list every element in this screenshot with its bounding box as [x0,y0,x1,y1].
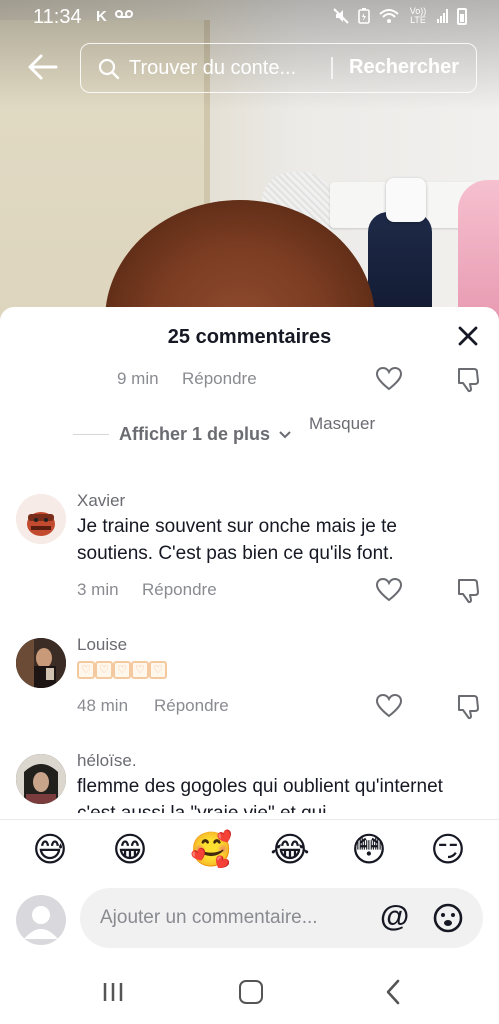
comment-username[interactable]: héloïse. [77,751,137,771]
system-nav-bar [0,960,499,1024]
reply-button[interactable]: Répondre [154,696,229,716]
background-hook [386,178,426,222]
comment-input-placeholder: Ajouter un commentaire... [100,907,318,928]
emoji-joy-button[interactable]: 😂 [270,830,310,870]
system-back-icon[interactable] [382,978,404,1006]
dislike-icon[interactable] [455,365,483,393]
status-left-icons: K [96,8,133,25]
emoji-quick-bar: 😅 😁 🥰 😂 😳 😏 [0,819,499,879]
comments-sheet: 25 commentaires 9 min Répondre Afficher … [0,307,499,1024]
signal-icon [437,9,448,23]
k-icon: K [96,8,107,25]
heart-icon[interactable] [375,576,403,604]
comment-time: 3 min [77,580,119,599]
search-divider [331,57,333,79]
show-more-replies-button[interactable]: Afficher 1 de plus [119,424,292,445]
comment-heart-emojis: ♡ ♡ ♡ ♡ ♡ [77,661,167,679]
heart-emoji-icon: ♡ [95,661,113,679]
avatar[interactable] [16,638,66,688]
emoji-sweat-smile-button[interactable]: 😅 [30,830,70,870]
comment-time: 48 min [77,696,129,715]
avatar-image [16,494,66,544]
avatar[interactable] [16,494,66,544]
background-pink-coat [458,180,499,320]
emoji-smirk-button[interactable]: 😏 [428,830,468,870]
default-avatar-icon [24,906,58,939]
status-time: 11:34 [33,6,82,28]
heart-emoji-icon: ♡ [131,661,149,679]
back-arrow-icon[interactable] [26,50,60,84]
mute-icon [333,8,349,24]
reply-button[interactable]: Répondre [182,369,257,389]
show-more-label: Afficher 1 de plus [119,424,271,444]
emoji-flushed-button[interactable]: 😳 [349,830,389,870]
comment-text: flemme des gogoles qui oublient qu'inter… [77,776,443,813]
reply-button[interactable]: Répondre [142,580,217,600]
comment-input[interactable]: Ajouter un commentaire... @ [80,888,483,948]
heart-icon[interactable] [375,692,403,720]
status-bar: 11:34 K Vo)) LTE [0,0,499,34]
home-icon[interactable] [239,980,263,1004]
comment-text: Je traine souvent sur onche mais je te s… [77,516,398,564]
recent-apps-icon[interactable] [102,982,124,1002]
volte-icon: Vo)) LTE [409,6,427,25]
emoji-picker-icon[interactable] [432,902,464,934]
search-button[interactable]: Rechercher [349,56,459,79]
heart-emoji-icon: ♡ [149,661,167,679]
wifi-icon [379,9,399,23]
dislike-icon[interactable] [455,576,483,604]
comment-username[interactable]: Xavier [77,491,125,511]
status-right-icons: Vo)) LTE [333,7,467,25]
battery-icon [457,7,467,25]
search-input[interactable]: Trouver du conte... [129,57,296,80]
avatar[interactable] [16,754,66,804]
expand-divider [73,434,109,435]
search-icon [98,58,120,80]
current-user-avatar [16,895,66,945]
battery-saver-icon [358,8,370,24]
comments-count-title: 25 commentaires [167,326,332,348]
emoji-grin-button[interactable]: 😁 [110,830,150,870]
close-icon[interactable] [455,323,481,349]
mention-icon[interactable]: @ [380,902,409,932]
emoji-hearts-face-button[interactable]: 🥰 [190,830,232,870]
heart-emoji-icon: ♡ [77,661,95,679]
avatar-image [16,754,66,804]
reply-time: 9 min [117,369,159,388]
comment-username[interactable]: Louise [77,635,127,655]
search-bar[interactable]: Trouver du conte... Rechercher [80,43,477,93]
voicemail-icon [114,10,133,18]
background-blue-coat [368,212,432,320]
dislike-icon[interactable] [455,692,483,720]
chevron-down-icon [279,431,291,439]
heart-icon[interactable] [375,365,403,393]
avatar-image [16,638,66,688]
heart-emoji-icon: ♡ [113,661,131,679]
hide-replies-button[interactable]: Masquer [309,412,389,436]
